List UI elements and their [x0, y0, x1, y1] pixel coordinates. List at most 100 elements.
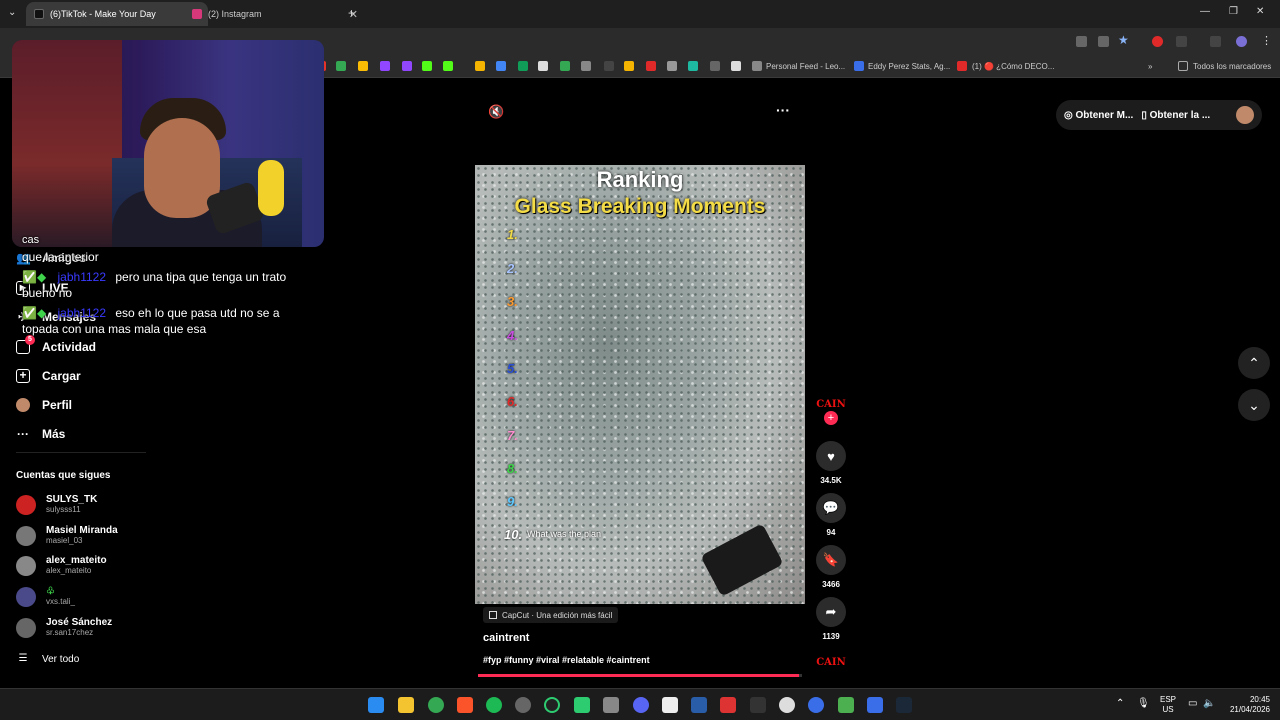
tab-instagram[interactable]: (2) Instagram ✕: [184, 2, 366, 26]
follow-plus-icon[interactable]: +: [824, 411, 838, 425]
following-account[interactable]: ♧ vxs.tali_: [16, 586, 75, 607]
see-all-link[interactable]: ☰ Ver todo: [16, 652, 80, 666]
language-indicator[interactable]: ESP US: [1156, 695, 1180, 715]
chevron-up-icon: ⌃: [1248, 354, 1260, 371]
brave-icon[interactable]: [457, 697, 473, 713]
bookmark-link[interactable]: Eddy Perez Stats, Ag...: [868, 62, 950, 71]
app-icon[interactable]: [603, 697, 619, 713]
app-icon[interactable]: [691, 697, 707, 713]
chrome-icon[interactable]: [428, 697, 444, 713]
video-author[interactable]: caintrent: [483, 632, 529, 644]
bookmark-icon[interactable]: [443, 61, 453, 71]
discord-icon[interactable]: [633, 697, 649, 713]
following-account[interactable]: José Sánchez sr.san17chez: [16, 617, 112, 638]
sidebar-item-activity[interactable]: 5 Actividad: [16, 335, 96, 354]
tray-chevron-icon[interactable]: ⌃: [1116, 699, 1124, 709]
more-options-icon[interactable]: ···: [776, 102, 790, 118]
tab-tiktok[interactable]: (6)TikTok - Make Your Day ✕: [26, 2, 208, 26]
capcut-icon[interactable]: [662, 697, 678, 713]
bookmark-icon[interactable]: [358, 61, 368, 71]
steam-icon[interactable]: [896, 697, 912, 713]
author-avatar[interactable]: CAIN +: [816, 399, 846, 425]
tab-search-icon[interactable]: ⌄: [8, 7, 16, 18]
video-progress-track[interactable]: [478, 674, 802, 677]
bookmark-icon[interactable]: [688, 61, 698, 71]
bookmark-icon[interactable]: [380, 61, 390, 71]
menu-dots-icon[interactable]: ⋮: [1261, 34, 1272, 47]
sidebar-item-more[interactable]: ··· Más: [16, 427, 65, 441]
microphone-icon[interactable]: 🎙: [1137, 699, 1150, 709]
close-window-icon[interactable]: ✕: [1256, 6, 1264, 17]
bookmark-icon[interactable]: [667, 61, 677, 71]
save-button[interactable]: 🔖 3466: [816, 545, 846, 589]
bookmark-icon[interactable]: [646, 61, 656, 71]
bookmark-icon[interactable]: [604, 61, 614, 71]
bookmark-link[interactable]: Personal Feed - Leo...: [766, 62, 845, 71]
bookmark-icon[interactable]: [710, 61, 720, 71]
following-account[interactable]: alex_mateito alex_mateito: [16, 555, 107, 576]
next-video-button[interactable]: ⌄: [1238, 389, 1270, 421]
mute-icon[interactable]: 🔇: [488, 104, 504, 120]
profile-avatar-icon[interactable]: [1236, 36, 1247, 47]
start-icon[interactable]: [368, 697, 384, 713]
get-coins-button[interactable]: ◎ Obtener M...: [1064, 110, 1133, 121]
app-icon[interactable]: [544, 697, 560, 713]
bookmark-icon[interactable]: [581, 61, 591, 71]
following-account[interactable]: Masiel Miranda masiel_03: [16, 525, 118, 546]
maximize-icon[interactable]: ❐: [1229, 6, 1238, 17]
video-player[interactable]: Ranking Glass Breaking Moments 1. 2. 3. …: [475, 165, 805, 604]
share-button[interactable]: ➦ 1139: [816, 597, 846, 641]
spotify-icon[interactable]: [486, 697, 502, 713]
app-icon[interactable]: [808, 697, 824, 713]
bookmark-icon[interactable]: [518, 61, 528, 71]
bookmark-icon[interactable]: [731, 61, 741, 71]
bookmark-icon[interactable]: [538, 61, 548, 71]
app-icon[interactable]: [574, 697, 590, 713]
sidepanel-icon[interactable]: [1210, 36, 1221, 47]
network-icon[interactable]: ▭: [1188, 699, 1197, 709]
app-icon[interactable]: [720, 697, 736, 713]
bookmark-icon[interactable]: [496, 61, 506, 71]
sidebar-item-profile[interactable]: Perfil: [16, 398, 72, 412]
bookmark-icon[interactable]: [752, 61, 762, 71]
minecraft-icon[interactable]: [838, 697, 854, 713]
obs-icon[interactable]: [515, 697, 531, 713]
minimize-icon[interactable]: —: [1200, 6, 1210, 17]
video-hashtags[interactable]: #fyp #funny #viral #relatable #caintrent: [483, 655, 650, 665]
like-button[interactable]: ♥ 34.5K: [816, 441, 846, 485]
following-account[interactable]: SULYS_TK sulysss11: [16, 494, 97, 515]
file-explorer-icon[interactable]: [398, 697, 414, 713]
all-bookmarks-link[interactable]: Todos los marcadores: [1193, 62, 1271, 71]
previous-video-button[interactable]: ⌃: [1238, 347, 1270, 379]
app-icon[interactable]: [867, 697, 883, 713]
new-tab-icon[interactable]: +: [348, 6, 355, 20]
bookmark-icon[interactable]: [854, 61, 864, 71]
next-author-avatar[interactable]: CAIN: [816, 657, 846, 668]
comment-button[interactable]: 💬 94: [816, 493, 846, 537]
bookmark-icon[interactable]: [624, 61, 634, 71]
user-avatar[interactable]: [1236, 106, 1254, 124]
epic-games-icon[interactable]: [750, 697, 766, 713]
clock[interactable]: 20:45 21/04/2026: [1222, 695, 1270, 715]
get-app-button[interactable]: ▯ Obtener la ...: [1141, 110, 1210, 121]
bookmark-icon[interactable]: [475, 61, 485, 71]
youtube-icon[interactable]: [957, 61, 967, 71]
extension-icon[interactable]: [1176, 36, 1187, 47]
capcut-badge[interactable]: CapCut · Una edición más fácil: [483, 607, 619, 623]
sidebar-item-upload[interactable]: + Cargar: [16, 369, 81, 383]
bookmark-icon[interactable]: [402, 61, 412, 71]
translate-icon[interactable]: [1076, 36, 1087, 47]
get-app-label: Obtener la ...: [1149, 109, 1211, 121]
bookmark-icon[interactable]: [560, 61, 570, 71]
clock-date: 21/04/2026: [1229, 705, 1270, 714]
bookmark-link[interactable]: (1) 🔴 ¿Cómo DECO...: [972, 62, 1054, 71]
share-count: 1139: [822, 632, 840, 641]
bookmark-star-icon[interactable]: ★: [1118, 33, 1129, 47]
bookmarks-overflow-icon[interactable]: »: [1148, 62, 1152, 71]
bookmark-icon[interactable]: [422, 61, 432, 71]
cast-icon[interactable]: [1098, 36, 1109, 47]
bookmark-icon[interactable]: [336, 61, 346, 71]
app-icon[interactable]: [779, 697, 795, 713]
extension-icon[interactable]: [1152, 36, 1163, 47]
volume-icon[interactable]: 🔈: [1203, 699, 1215, 709]
